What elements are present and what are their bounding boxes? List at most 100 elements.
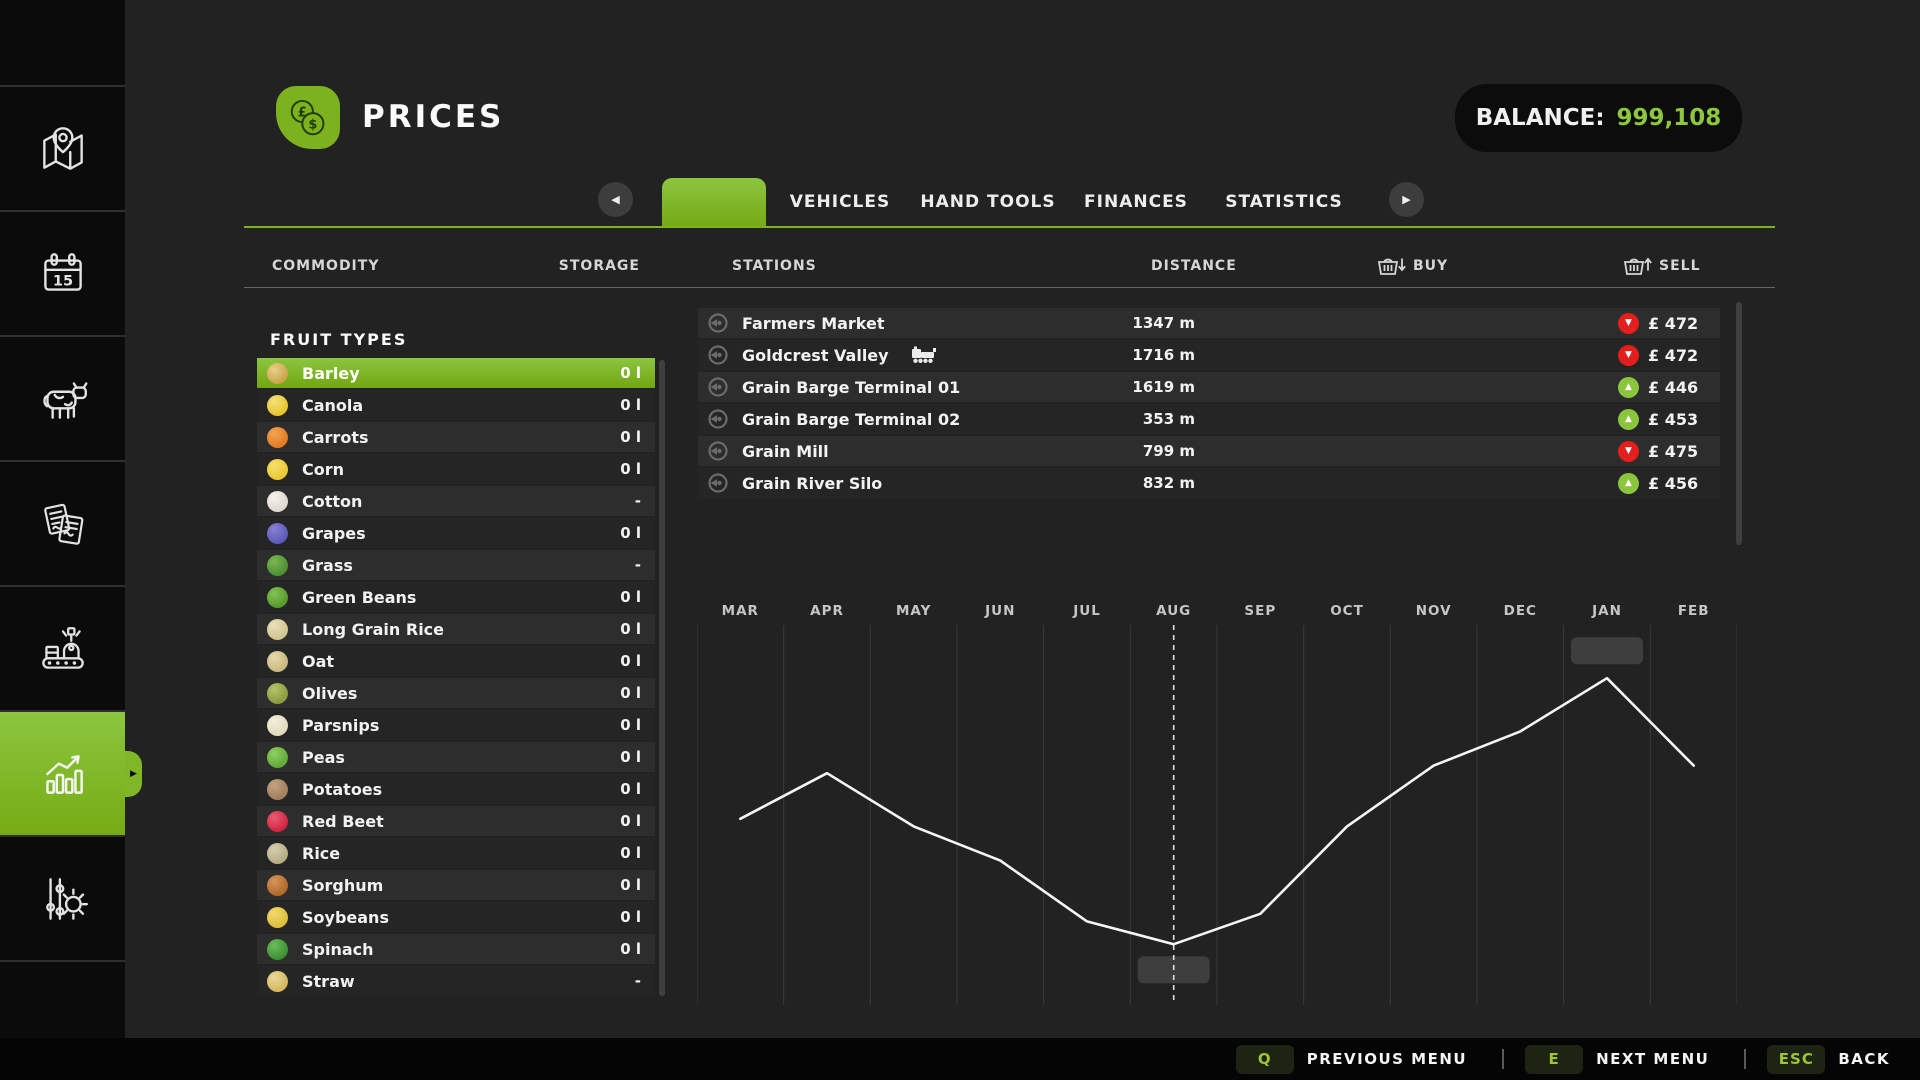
month-label: OCT (1330, 603, 1364, 619)
fruit-storage-value: 0 l (620, 780, 641, 798)
statistics-icon (34, 745, 92, 803)
train-icon (911, 346, 937, 364)
month-label: MAR (722, 603, 759, 619)
fruit-storage-value: 0 l (620, 716, 641, 734)
fruit-row-long-grain-rice[interactable]: Long Grain Rice0 l (257, 614, 655, 644)
balance-display: BALANCE: 999,108 (1455, 84, 1742, 152)
month-label: JUN (984, 603, 1015, 619)
fruit-row-grass[interactable]: Grass- (257, 550, 655, 580)
fruit-row-soybeans[interactable]: Soybeans0 l (257, 902, 655, 932)
balance-value: 999,108 (1617, 105, 1722, 131)
tab-active-prices[interactable] (662, 178, 766, 228)
column-sell: SELL (1659, 258, 1701, 274)
fruit-row-olives[interactable]: Olives0 l (257, 678, 655, 708)
station-row-grain-river-silo[interactable]: Grain River Silo832 m▲£ 456 (698, 468, 1720, 498)
station-row-farmers-market[interactable]: Farmers Market1347 m▼£ 472 (698, 308, 1720, 338)
fruit-storage-value: 0 l (620, 396, 641, 414)
fruit-row-canola[interactable]: Canola 0 l (257, 390, 655, 420)
sidebar-item-statistics[interactable]: ▶ (0, 712, 125, 837)
fruit-row-oat[interactable]: Oat0 l (257, 646, 655, 676)
station-sell-price: £ 446 (1648, 378, 1698, 397)
active-menu-pointer-icon: ▶ (125, 751, 142, 797)
fruit-name: Red Beet (302, 812, 384, 831)
prices-screen: 15 ▶ £ $ (0, 0, 1920, 1080)
keycap-q[interactable]: Q (1236, 1045, 1294, 1074)
fruit-name: Straw (302, 972, 355, 991)
fruit-storage-value: 0 l (620, 524, 641, 542)
station-hotspot-icon (706, 439, 730, 463)
svg-text:15: 15 (52, 273, 72, 289)
fruit-name: Spinach (302, 940, 374, 959)
station-hotspot-icon (706, 375, 730, 399)
footer-action-next-menu[interactable]: NEXT MENU (1596, 1050, 1709, 1068)
fruit-row-peas[interactable]: Peas0 l (257, 742, 655, 772)
fruit-row-potatoes[interactable]: Potatoes 0 l (257, 774, 655, 804)
station-distance: 1716 m (1068, 346, 1195, 364)
sidebar-item-animals[interactable] (0, 337, 125, 462)
fruit-row-corn[interactable]: Corn0 l (257, 454, 655, 484)
station-list: Farmers Market1347 m▼£ 472Goldcrest Vall… (698, 308, 1720, 500)
fruit-storage-value: 0 l (620, 428, 641, 446)
fruit-name: Long Grain Rice (302, 620, 444, 639)
sidebar-item-map[interactable] (0, 87, 125, 212)
fruit-list-scrollbar[interactable] (659, 360, 665, 996)
straw-icon (267, 971, 288, 992)
canola-icon (267, 395, 288, 416)
peas-icon (267, 747, 288, 768)
keycap-e[interactable]: E (1525, 1045, 1583, 1074)
column-commodity: COMMODITY (272, 258, 379, 274)
settings-icon (34, 870, 92, 928)
sidebar-item-calendar[interactable]: 15 (0, 212, 125, 337)
chart-badge-jan (1571, 637, 1643, 664)
keycap-esc[interactable]: ESC (1767, 1045, 1825, 1074)
sidebar-item-settings[interactable] (0, 837, 125, 962)
prices-icon: £ $ (276, 86, 340, 149)
tab-statistics[interactable]: STATISTICS (1210, 178, 1358, 226)
fruit-row-straw[interactable]: Straw- (257, 966, 655, 996)
fruit-row-rice[interactable]: Rice0 l (257, 838, 655, 868)
fruit-name: Potatoes (302, 780, 382, 799)
fruit-name: Olives (302, 684, 357, 703)
station-row-grain-barge-terminal-02[interactable]: Grain Barge Terminal 02353 m▲£ 453 (698, 404, 1720, 434)
station-name: Farmers Market (742, 314, 885, 333)
sidebar-item-contracts[interactable] (0, 462, 125, 587)
fruit-row-spinach[interactable]: Spinach0 l (257, 934, 655, 964)
station-row-goldcrest-valley[interactable]: Goldcrest Valley1716 m▼£ 472 (698, 340, 1720, 370)
corn-icon (267, 459, 288, 480)
month-label: SEP (1244, 603, 1276, 619)
fruit-row-barley[interactable]: Barley0 l (257, 358, 655, 388)
tab-vehicles[interactable]: VEHICLES (766, 178, 914, 226)
sell-basket-icon (1622, 255, 1652, 277)
fruit-panel-title: FRUIT TYPES (270, 330, 407, 349)
station-name: Grain Barge Terminal 02 (742, 410, 960, 429)
station-list-scrollbar[interactable] (1736, 302, 1742, 545)
fruit-row-cotton[interactable]: Cotton- (257, 486, 655, 516)
footer-action-previous-menu[interactable]: PREVIOUS MENU (1307, 1050, 1467, 1068)
tab-finances[interactable]: FINANCES (1062, 178, 1210, 226)
sidebar-item-production[interactable] (0, 587, 125, 712)
fruit-storage-value: 0 l (620, 876, 641, 894)
barley-icon (267, 363, 288, 384)
tabs-prev-arrow[interactable]: ◀ (598, 182, 633, 217)
fruit-row-carrots[interactable]: Carrots0 l (257, 422, 655, 452)
tabs-next-arrow[interactable]: ▶ (1389, 182, 1424, 217)
footer-separator (1744, 1049, 1746, 1069)
fruit-name: Canola (302, 396, 363, 415)
fruit-row-parsnips[interactable]: Parsnips0 l (257, 710, 655, 740)
tab-hand-tools[interactable]: HAND TOOLS (914, 178, 1062, 226)
fruit-name: Green Beans (302, 588, 416, 607)
station-row-grain-barge-terminal-01[interactable]: Grain Barge Terminal 011619 m▲£ 446 (698, 372, 1720, 402)
fruit-row-sorghum[interactable]: Sorghum0 l (257, 870, 655, 900)
fruit-storage-value: 0 l (620, 812, 641, 830)
price-trend-down-icon: ▼ (1618, 345, 1639, 366)
table-header-divider (244, 287, 1775, 288)
carrots-icon (267, 427, 288, 448)
fruit-row-green-beans[interactable]: Green Beans0 l (257, 582, 655, 612)
footer-action-back[interactable]: BACK (1838, 1050, 1890, 1068)
green-beans-icon (267, 587, 288, 608)
long-grain-rice-icon (267, 619, 288, 640)
soybeans-icon (267, 907, 288, 928)
station-row-grain-mill[interactable]: Grain Mill799 m▼£ 475 (698, 436, 1720, 466)
fruit-row-grapes[interactable]: Grapes0 l (257, 518, 655, 548)
fruit-row-red-beet[interactable]: Red Beet 0 l (257, 806, 655, 836)
